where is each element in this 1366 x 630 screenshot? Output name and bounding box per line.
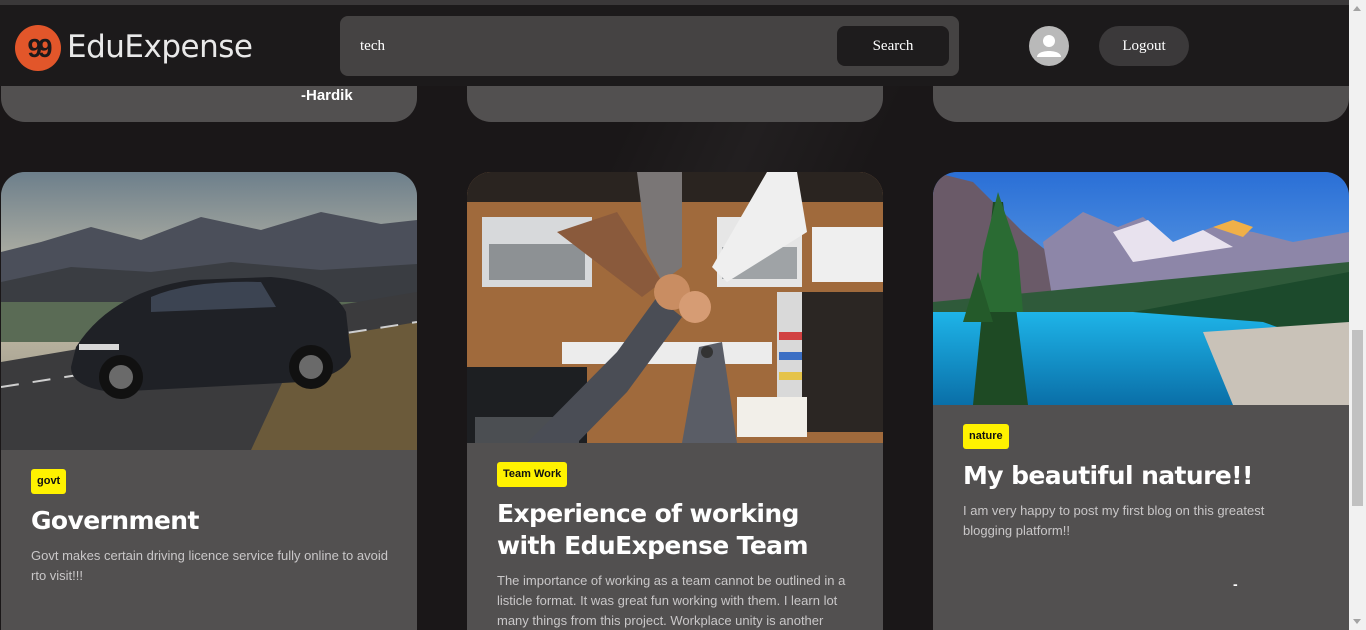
- navbar: 99 EduExpense Search Logout: [0, 0, 1349, 86]
- card-author: -: [1233, 576, 1238, 592]
- logout-button[interactable]: Logout: [1099, 26, 1189, 66]
- logo-icon[interactable]: 99: [15, 25, 61, 71]
- search-button[interactable]: Search: [837, 26, 949, 66]
- teamwork-image: [467, 172, 883, 443]
- brand-name[interactable]: EduExpense: [67, 29, 253, 65]
- scroll-down-arrow-icon[interactable]: [1349, 613, 1366, 630]
- user-avatar-icon[interactable]: [1029, 26, 1069, 66]
- blog-card[interactable]: nature My beautiful nature!! I am very h…: [933, 172, 1349, 630]
- blog-card[interactable]: Team Work Experience of working with Edu…: [467, 172, 883, 630]
- category-tag[interactable]: nature: [963, 424, 1009, 449]
- scrollbar-thumb[interactable]: [1352, 330, 1363, 506]
- category-tag[interactable]: Team Work: [497, 462, 568, 487]
- vertical-scrollbar[interactable]: [1349, 0, 1366, 630]
- nature-image: [933, 172, 1349, 405]
- card-description: Govt makes certain driving licence servi…: [31, 548, 388, 583]
- category-tag[interactable]: govt: [31, 469, 67, 494]
- blog-card[interactable]: govt Government Govt makes certain drivi…: [1, 172, 417, 630]
- card-author: -Hardik: [301, 87, 353, 104]
- search-input[interactable]: [360, 30, 830, 62]
- scroll-up-arrow-icon[interactable]: [1349, 0, 1366, 17]
- search-bar: Search: [340, 16, 959, 76]
- car-image: [1, 172, 417, 450]
- card-description: I am very happy to post my first blog on…: [963, 503, 1265, 538]
- card-title[interactable]: My beautiful nature!!: [963, 460, 1323, 492]
- card-description: The importance of working as a team cann…: [497, 573, 846, 628]
- card-title[interactable]: Experience of working with EduExpense Te…: [497, 498, 857, 562]
- card-title[interactable]: Government: [31, 505, 391, 537]
